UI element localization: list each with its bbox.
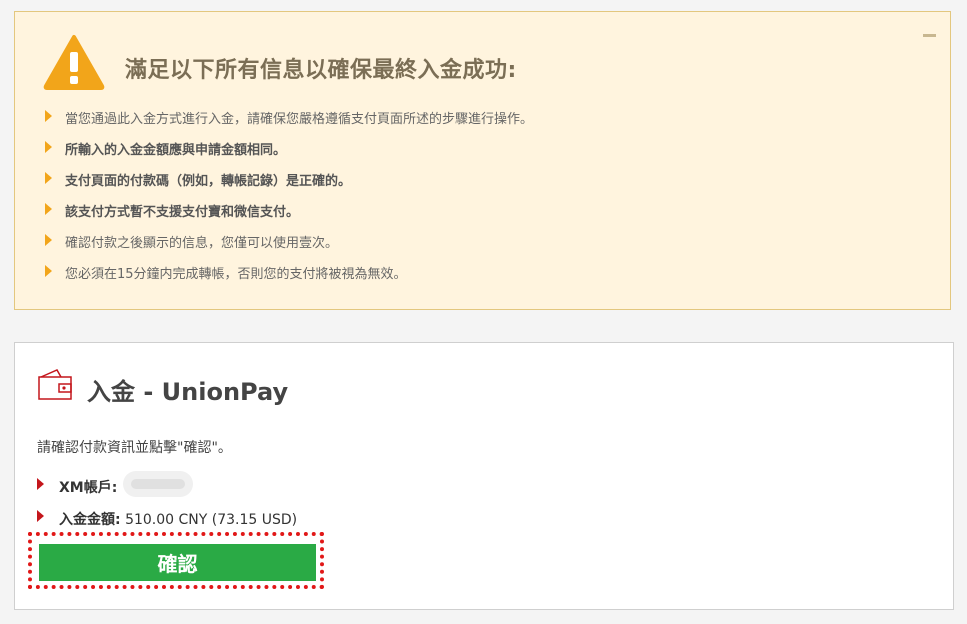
confirm-button[interactable]: 確認 (39, 544, 316, 581)
rule-item: 您必須在15分鐘内完成轉帳，否則您的支付將被視為無效。 (45, 263, 407, 282)
rule-item: 支付頁面的付款碼（例如，轉帳記錄）是正確的。 (45, 170, 352, 189)
account-label: XM帳戶: (59, 480, 118, 496)
arrow-right-icon (37, 478, 44, 490)
arrow-right-icon (45, 234, 52, 246)
deposit-title: 入金 - UnionPay (87, 378, 289, 406)
deposit-card: 入金 - UnionPay 請確認付款資訊並點擊"確認"。 XM帳戶: 入金金額… (14, 342, 954, 610)
account-row: XM帳戶: (37, 471, 193, 497)
arrow-right-icon (45, 265, 52, 277)
rule-text: 支付頁面的付款碼（例如，轉帳記錄）是正確的。 (65, 174, 352, 189)
rule-text: 該支付方式暫不支援支付寶和微信支付。 (65, 205, 300, 220)
arrow-right-icon (45, 141, 52, 153)
rule-text: 您必須在15分鐘内完成轉帳，否則您的支付將被視為無效。 (65, 267, 407, 282)
minus-icon[interactable] (923, 34, 936, 37)
rule-item: 當您通過此入金方式進行入金，請確保您嚴格遵循支付頁面所述的步驟進行操作。 (45, 108, 534, 127)
arrow-right-icon (37, 510, 44, 522)
rule-item: 該支付方式暫不支援支付寶和微信支付。 (45, 201, 300, 220)
warning-triangle-icon (43, 35, 105, 90)
arrow-right-icon (45, 203, 52, 215)
amount-value: 510.00 CNY (73.15 USD) (125, 512, 298, 528)
rule-text: 所輸入的入金金額應與申請金額相同。 (65, 143, 287, 158)
instruction-text: 請確認付款資訊並點擊"確認"。 (37, 440, 232, 456)
deposit-notice-panel: 滿足以下所有信息以確保最終入金成功: 當您通過此入金方式進行入金，請確保您嚴格遵… (14, 11, 951, 310)
account-value-redacted (123, 471, 193, 497)
notice-title: 滿足以下所有信息以確保最終入金成功: (125, 58, 517, 83)
wallet-icon (38, 369, 72, 400)
rule-text: 確認付款之後顯示的信息，您僅可以使用壹次。 (65, 236, 339, 251)
rule-item: 所輸入的入金金額應與申請金額相同。 (45, 139, 287, 158)
arrow-right-icon (45, 110, 52, 122)
rule-item: 確認付款之後顯示的信息，您僅可以使用壹次。 (45, 232, 339, 251)
amount-row: 入金金額: 510.00 CNY (73.15 USD) (37, 509, 298, 529)
arrow-right-icon (45, 172, 52, 184)
rule-text: 當您通過此入金方式進行入金，請確保您嚴格遵循支付頁面所述的步驟進行操作。 (65, 112, 534, 127)
amount-label: 入金金額: (59, 512, 121, 528)
